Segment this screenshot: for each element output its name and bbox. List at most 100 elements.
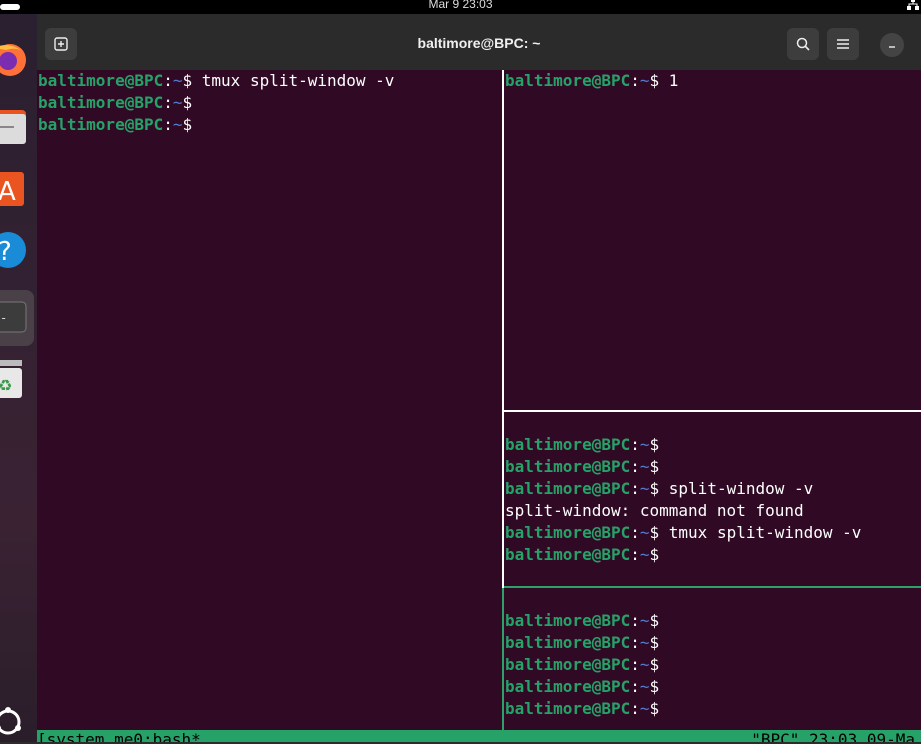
prompt-line: baltimore@BPC:~$ [504, 544, 921, 566]
prompt-dollar: $ [649, 545, 669, 564]
pane-divider[interactable] [504, 410, 921, 412]
prompt-user: baltimore@BPC [505, 655, 631, 674]
prompt-separator: : [163, 115, 173, 134]
prompt-user: baltimore@BPC [38, 93, 164, 112]
dock: A ? - ♻ [0, 14, 37, 742]
trash-icon[interactable]: ♻ [0, 358, 30, 402]
prompt-path: ~ [639, 655, 650, 674]
prompt-user: baltimore@BPC [505, 633, 631, 652]
prompt-separator: : [630, 655, 640, 674]
prompt-separator: : [630, 479, 640, 498]
hamburger-icon [837, 39, 849, 49]
terminal-icon[interactable]: - [0, 290, 34, 346]
network-icon[interactable] [907, 0, 919, 13]
prompt-dollar: $ [649, 611, 669, 630]
prompt-line: baltimore@BPC:~$ [504, 632, 921, 654]
prompt-path: ~ [639, 545, 650, 564]
prompt-path: ~ [639, 435, 650, 454]
prompt-dollar: $ [649, 523, 669, 542]
prompt-line: baltimore@BPC:~$ [504, 676, 921, 698]
files-icon[interactable] [0, 104, 30, 148]
command-text: split-window -v [668, 479, 814, 498]
tmux-pane-left[interactable]: baltimore@BPC:~$ tmux split-window -v bal… [37, 70, 502, 730]
firefox-icon[interactable] [0, 38, 30, 82]
prompt-dollar: $ [649, 655, 669, 674]
minimize-icon [889, 46, 895, 48]
tmux-pane-bottom-right[interactable]: baltimore@BPC:~$ baltimore@BPC:~$ baltim… [504, 588, 921, 730]
prompt-separator: : [630, 435, 640, 454]
app-center-icon[interactable]: A [0, 166, 30, 210]
prompt-separator: : [630, 523, 640, 542]
minimize-button[interactable] [880, 33, 904, 57]
prompt-user: baltimore@BPC [505, 457, 631, 476]
prompt-separator: : [163, 71, 173, 90]
menu-button[interactable] [827, 28, 859, 60]
header-bar: baltimore@BPC: ~ [37, 14, 921, 70]
prompt-user: baltimore@BPC [505, 677, 631, 696]
prompt-user: baltimore@BPC [505, 699, 631, 718]
prompt-dollar: $ [182, 93, 202, 112]
pane-divider[interactable] [502, 70, 504, 588]
prompt-path: ~ [639, 611, 650, 630]
prompt-line: baltimore@BPC:~$ [504, 434, 921, 456]
svg-text:A: A [0, 177, 16, 207]
prompt-separator: : [630, 611, 640, 630]
pane-divider-active[interactable] [504, 586, 921, 588]
prompt-dollar: $ [649, 457, 669, 476]
top-bar: Mar 9 23:03 [0, 0, 921, 14]
pane-divider-active[interactable] [502, 588, 504, 730]
prompt-user: baltimore@BPC [505, 523, 631, 542]
prompt-dollar: $ [649, 677, 669, 696]
prompt-separator: : [630, 71, 640, 90]
prompt-line: baltimore@BPC:~$ [504, 698, 921, 720]
help-icon[interactable]: ? [0, 228, 30, 272]
prompt-dollar: $ [649, 633, 669, 652]
prompt-path: ~ [639, 677, 650, 696]
prompt-path: ~ [172, 93, 183, 112]
prompt-path: ~ [172, 115, 183, 134]
show-apps-icon[interactable] [0, 704, 24, 740]
svg-text:♻: ♻ [0, 376, 12, 395]
prompt-separator: : [630, 633, 640, 652]
prompt-user: baltimore@BPC [505, 479, 631, 498]
terminal-window: baltimore@BPC: ~ baltimore@BPC:~$ tmux s… [37, 14, 921, 742]
prompt-separator: : [163, 93, 173, 112]
prompt-path: ~ [172, 71, 183, 90]
prompt-line: baltimore@BPC:~$ [37, 92, 502, 114]
prompt-separator: : [630, 699, 640, 718]
prompt-separator: : [630, 545, 640, 564]
prompt-dollar: $ [182, 115, 202, 134]
prompt-user: baltimore@BPC [505, 545, 631, 564]
prompt-line: baltimore@BPC:~$ split-window -v [504, 478, 921, 500]
command-text: 1 [668, 71, 679, 90]
tmux-status-bar: [system_me0:bash* "BPC" 23:03 09-Ma [37, 730, 921, 742]
prompt-line: baltimore@BPC:~$ [504, 654, 921, 676]
prompt-path: ~ [639, 457, 650, 476]
prompt-user: baltimore@BPC [38, 71, 164, 90]
command-text: tmux split-window -v [201, 71, 395, 90]
prompt-path: ~ [639, 523, 650, 542]
prompt-path: ~ [639, 633, 650, 652]
prompt-dollar: $ [649, 479, 669, 498]
tmux-pane-middle-right[interactable]: baltimore@BPC:~$ baltimore@BPC:~$ baltim… [504, 412, 921, 586]
prompt-user: baltimore@BPC [38, 115, 164, 134]
prompt-path: ~ [639, 699, 650, 718]
prompt-dollar: $ [182, 71, 202, 90]
clock[interactable]: Mar 9 23:03 [0, 0, 921, 11]
status-window-list[interactable]: [system_me0:bash* [37, 732, 201, 743]
tmux-pane-top-right[interactable]: baltimore@BPC:~$ 1 [504, 70, 921, 410]
prompt-line: baltimore@BPC:~$ [504, 456, 921, 478]
prompt-separator: : [630, 677, 640, 696]
prompt-dollar: $ [649, 435, 669, 454]
prompt-line: baltimore@BPC:~$ [37, 114, 502, 136]
prompt-dollar: $ [649, 699, 669, 718]
prompt-user: baltimore@BPC [505, 435, 631, 454]
prompt-separator: : [630, 457, 640, 476]
output-line: split-window: command not found [505, 501, 804, 520]
prompt-path: ~ [639, 71, 650, 90]
svg-text:-: - [0, 311, 7, 325]
prompt-dollar: $ [649, 71, 669, 90]
search-button[interactable] [787, 28, 819, 60]
